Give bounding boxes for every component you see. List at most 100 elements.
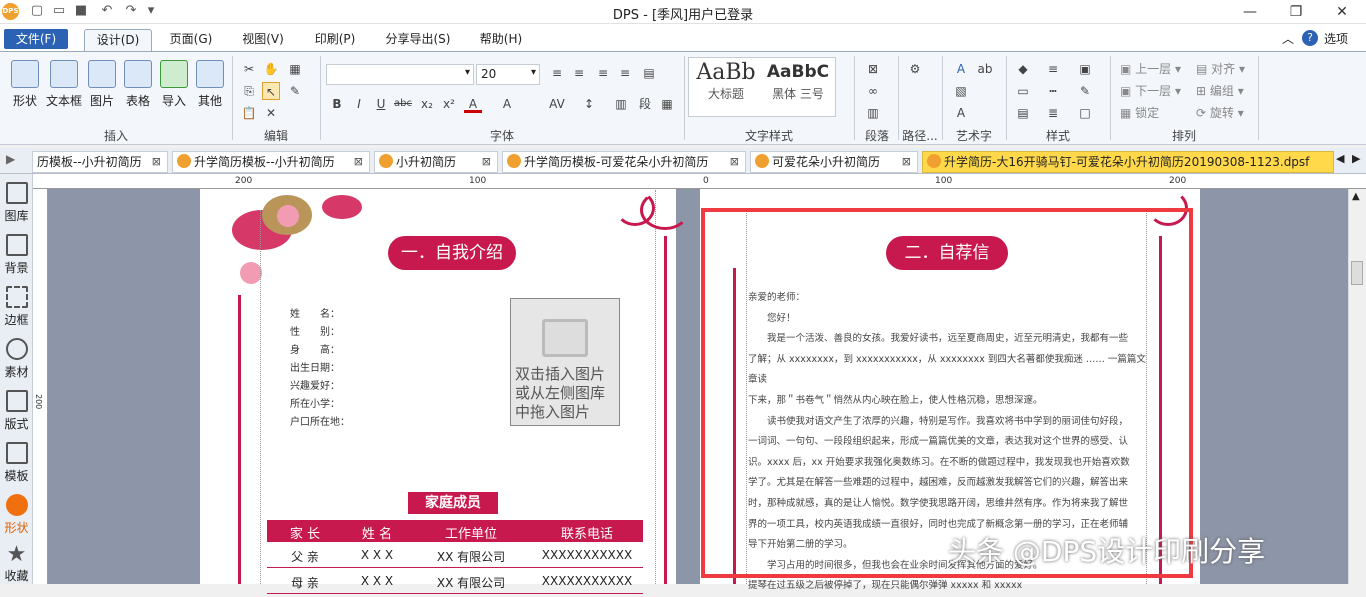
sidebar-item-gallery[interactable]: 图库 [0,176,33,228]
format-painter-icon[interactable]: ✎ [286,82,304,100]
font-size-grow-button[interactable]: A [498,95,516,113]
line-spacing-icon[interactable]: ↕ [580,95,598,113]
document-tab[interactable]: 升学简历模板--小升初简历 ⊠ [172,151,370,173]
sidebar-item-background[interactable]: 背景 [0,228,33,280]
paragraph-mark-icon[interactable]: 段 [636,95,654,113]
section-banner-intro[interactable]: 一．自我介绍 [388,236,516,270]
lock-button[interactable]: ▦ 锁定 [1120,104,1159,121]
import-button[interactable]: 导入 [158,60,190,109]
delete-icon[interactable]: ✕ [262,104,280,122]
image-edit-icon[interactable]: ▦ [286,60,304,78]
menu-design[interactable]: 设计(D) [84,29,152,51]
collapse-ribbon-icon[interactable]: ︿ [1282,30,1294,47]
scroll-up-icon[interactable]: ▲ [1352,191,1360,202]
menu-file[interactable]: 文件(F) [4,29,68,49]
grid-format-icon[interactable]: ▦ [658,95,676,113]
indent-icon[interactable]: ▥ [612,95,630,113]
sidebar-item-favorites[interactable]: ★ 收藏 [0,540,33,592]
scrollbar-thumb[interactable] [1351,261,1363,285]
options-menu[interactable]: 选项 [1324,30,1348,47]
text-direction-icon[interactable]: ▥ [864,104,882,122]
style-heiti[interactable]: AaBbC 黑体 三号 [763,62,833,102]
tab-close-icon[interactable]: ⊠ [152,152,161,172]
style-title[interactable]: AaBb 大标题 [693,60,759,102]
vertical-text-icon[interactable]: ab [976,60,994,78]
justify-icon[interactable]: ≡ [616,64,634,82]
document-tab[interactable]: 可爱花朵小升初简历 ⊠ [750,151,918,173]
document-tab[interactable]: 小升初简历 ⊠ [374,151,498,173]
minimize-button[interactable]: — [1230,0,1270,24]
wordart-icon[interactable]: A [952,60,970,78]
menu-page[interactable]: 页面(G) [162,29,220,51]
link-icon[interactable]: ∞ [864,82,882,100]
tab-scroll-left-icon[interactable]: ◀ [1336,152,1344,165]
copy-icon[interactable]: ⎘ [240,82,258,100]
menu-share-export[interactable]: 分享导出(S) [380,29,456,51]
personal-info-fields[interactable]: 姓 名： 性 别： 身 高： 出生日期： 兴趣爱好： 所在小学： 户口所在地： [290,305,410,431]
document-tab[interactable]: 历模板--小升初简历 ⊠ [32,151,168,173]
brush-icon[interactable]: ✎ [1076,82,1094,100]
bold-button[interactable]: B [328,95,346,113]
menu-help[interactable]: 帮助(H) [472,29,530,51]
textbox-button[interactable]: 文本框 [44,60,84,109]
hand-icon[interactable]: ✋ [262,60,280,78]
select-pointer-icon[interactable]: ↖ [262,82,280,100]
subscript-button[interactable]: x₂ [418,95,436,113]
tab-close-icon[interactable]: ⊠ [902,152,911,172]
help-icon[interactable]: ? [1302,30,1318,46]
sidebar-item-shape[interactable]: 形状 [0,488,33,540]
distribute-icon[interactable]: ▤ [640,64,658,82]
vertical-scrollbar[interactable]: ▲ [1348,189,1366,584]
italic-button[interactable]: I [350,95,368,113]
align-center-icon[interactable]: ≡ [570,64,588,82]
align-right-icon[interactable]: ≡ [594,64,612,82]
picture-button[interactable]: 图片 [86,60,118,109]
strikethrough-button[interactable]: abc [394,95,412,113]
table-row[interactable]: 父 亲 X X X XX 有限公司 XXXXXXXXXXX [267,542,643,568]
sidebar-item-material[interactable]: 素材 [0,332,33,384]
table-button[interactable]: 表格 [122,60,154,109]
menu-view[interactable]: 视图(V) [234,29,292,51]
shape-button[interactable]: 形状 [8,60,42,109]
send-backward-button[interactable]: ▣ 下一层 ▾ [1120,82,1181,99]
underline-button[interactable]: U [372,95,390,113]
tab-close-icon[interactable]: ⊠ [730,152,739,172]
frame-icon[interactable]: □ [1076,104,1094,122]
family-members-title[interactable]: 家庭成员 [408,492,498,514]
sidebar-item-border[interactable]: 边框 [0,280,33,332]
font-size-select[interactable]: 20 ▾ [476,64,540,85]
text-style-gallery[interactable]: AaBb 大标题 AaBbC 黑体 三号 [688,57,836,117]
transparency-icon[interactable]: ▤ [1014,104,1032,122]
paste-icon[interactable]: 📋 [240,104,258,122]
dash-style-icon[interactable]: ┅ [1044,82,1062,100]
restore-button[interactable]: ❐ [1276,0,1316,24]
superscript-button[interactable]: x² [440,95,458,113]
document-tab[interactable]: 升学简历模板-可爱花朵小升初简历 ⊠ [502,151,746,173]
path-gear-icon[interactable]: ⚙ [906,60,924,78]
group-button[interactable]: ⊞ 编组 ▾ [1196,82,1244,99]
photo-placeholder[interactable]: 双击插入图片 或从左侧图库 中拖入图片 [510,298,620,426]
align-button[interactable]: ▤ 对齐 ▾ [1196,60,1245,77]
menu-print[interactable]: 印刷(P) [306,29,364,51]
table-row[interactable]: 母 亲 X X X XX 有限公司 XXXXXXXXXXX [267,568,643,594]
fill-color-icon[interactable]: ◆ [1014,60,1032,78]
rotate-button[interactable]: ⟳ 旋转 ▾ [1196,104,1244,121]
line-color-icon[interactable]: ≡ [1044,60,1062,78]
tab-close-icon[interactable]: ⊠ [354,152,363,172]
wordart-effect-icon[interactable]: A [952,104,970,122]
document-tab-active[interactable]: 升学简历-大16开骑马钉-可爱花朵小升初简历20190308-1123.dpsf [922,151,1334,173]
character-spacing-icon[interactable]: AV [548,95,566,113]
wordart-style-icon[interactable]: ▧ [952,82,970,100]
align-left-icon[interactable]: ≡ [548,64,566,82]
line-weight-icon[interactable]: ≣ [1044,104,1062,122]
shadow-icon[interactable]: ▣ [1076,60,1094,78]
close-button[interactable]: ✕ [1322,0,1362,24]
cut-icon[interactable]: ✂ [240,60,258,78]
line-style-icon[interactable]: ▭ [1014,82,1032,100]
tab-scroll-right-icon[interactable]: ▶ [1352,152,1360,165]
bring-forward-button[interactable]: ▣ 上一层 ▾ [1120,60,1181,77]
sidebar-item-template[interactable]: 模板 [0,436,33,488]
other-button[interactable]: 其他 [194,60,226,109]
sidebar-item-layout[interactable]: 版式 [0,384,33,436]
font-family-select[interactable]: ▾ [326,64,474,85]
